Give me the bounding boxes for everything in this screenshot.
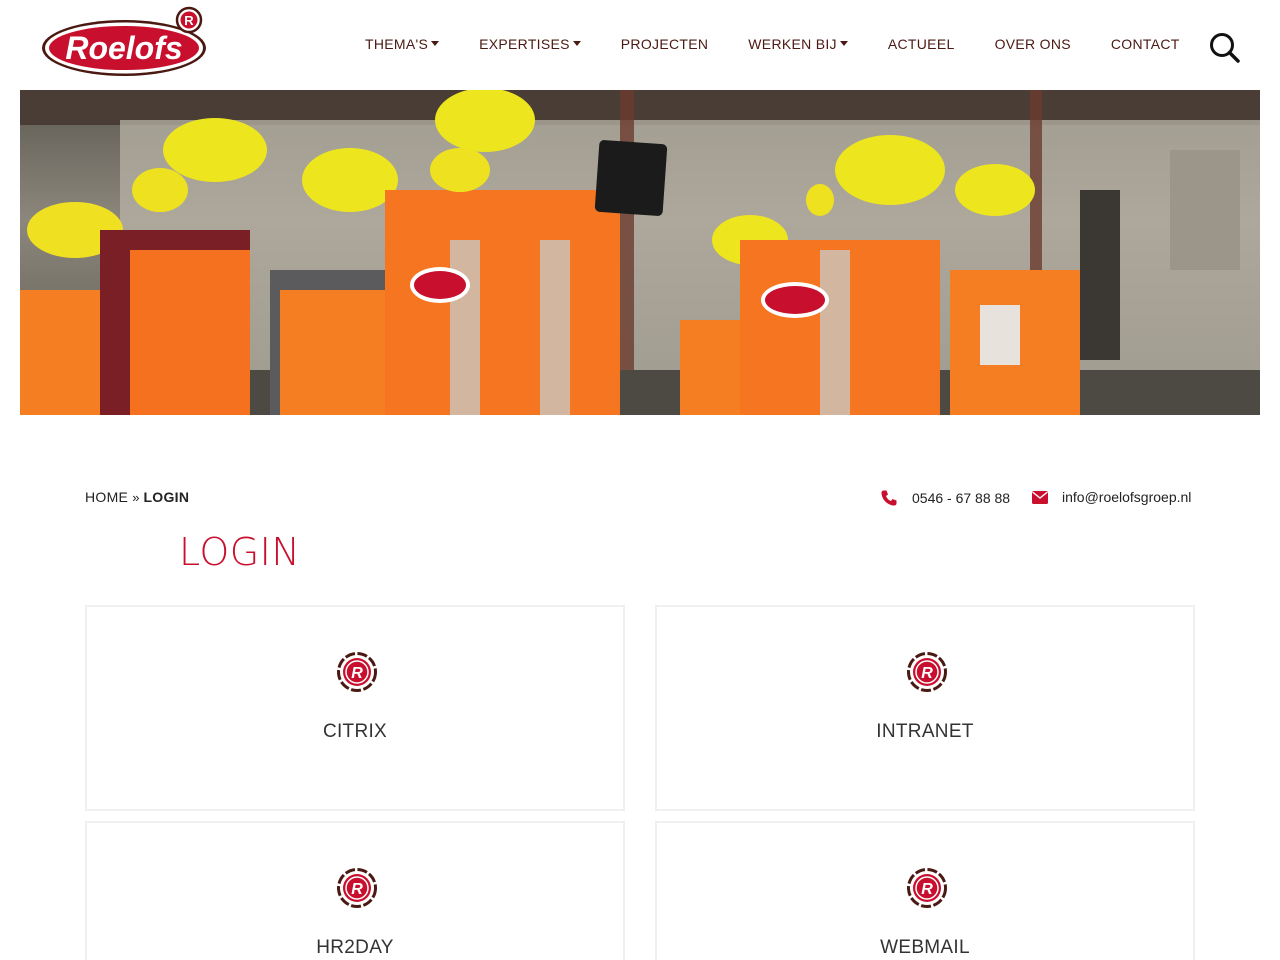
- card-label: CITRIX: [322, 721, 388, 742]
- phone-icon: [881, 490, 897, 506]
- roelofs-logo[interactable]: Roelofs R: [40, 6, 210, 76]
- roelofs-r-icon: R: [337, 652, 377, 692]
- breadcrumb-current: LOGIN: [143, 489, 190, 505]
- main-navigation: THEMA'S EXPERTISES PROJECTEN WERKEN BIJ …: [365, 36, 1220, 52]
- nav-item-contact[interactable]: CONTACT: [1111, 36, 1180, 52]
- email-address: info@roelofsgroep.nl: [1062, 489, 1192, 505]
- nav-label: OVER ONS: [994, 36, 1071, 52]
- nav-label: CONTACT: [1110, 36, 1180, 52]
- contact-email[interactable]: info@roelofsgroep.nl: [1032, 489, 1191, 505]
- svg-text:R: R: [184, 13, 194, 28]
- login-card-citrix[interactable]: R CITRIX: [85, 605, 625, 811]
- nav-label: THEMA'S: [365, 36, 429, 52]
- nav-item-projecten[interactable]: PROJECTEN: [621, 36, 709, 52]
- roelofs-r-icon: R: [907, 652, 947, 692]
- login-card-hr2day[interactable]: R HR2DAY: [85, 821, 625, 960]
- chevron-down-icon: [839, 40, 848, 46]
- nav-label: EXPERTISES: [479, 36, 570, 52]
- svg-text:R: R: [351, 881, 363, 898]
- contact-phone[interactable]: 0546 - 67 88 88: [880, 489, 1010, 507]
- card-label: HR2DAY: [316, 937, 394, 958]
- roelofs-r-icon: R: [337, 868, 377, 908]
- roelofs-r-icon: R: [907, 868, 947, 908]
- nav-label: WERKEN BIJ: [748, 36, 837, 52]
- hero-image: [20, 90, 1260, 415]
- logo-text: Roelofs: [65, 30, 182, 66]
- nav-item-over-ons[interactable]: OVER ONS: [995, 36, 1071, 52]
- nav-item-expertises[interactable]: EXPERTISES: [479, 36, 581, 52]
- site-header: Roelofs R THEMA'S EXPERTISES PROJECTEN W…: [0, 0, 1280, 90]
- card-label: WEBMAIL: [880, 937, 970, 958]
- envelope-icon: [1032, 490, 1048, 504]
- login-card-intranet[interactable]: R INTRANET: [655, 605, 1195, 811]
- svg-text:R: R: [351, 665, 363, 682]
- nav-item-actueel[interactable]: ACTUEEL: [888, 36, 955, 52]
- breadcrumb-separator: »: [132, 489, 140, 505]
- breadcrumb-home[interactable]: HOME: [85, 489, 128, 505]
- login-card-webmail[interactable]: R WEBMAIL: [655, 821, 1195, 960]
- chevron-down-icon: [572, 40, 581, 46]
- page-title: LOGIN: [179, 530, 301, 574]
- search-icon[interactable]: [1208, 31, 1242, 65]
- nav-label: PROJECTEN: [620, 36, 709, 52]
- svg-text:R: R: [921, 881, 933, 898]
- nav-item-themas[interactable]: THEMA'S: [365, 36, 440, 52]
- chevron-down-icon: [431, 40, 440, 46]
- card-label: INTRANET: [876, 721, 974, 742]
- nav-label: ACTUEEL: [887, 36, 955, 52]
- nav-item-werken-bij[interactable]: WERKEN BIJ: [748, 36, 848, 52]
- breadcrumb: HOME » LOGIN: [85, 489, 189, 505]
- svg-text:R: R: [921, 665, 933, 682]
- phone-number: 0546 - 67 88 88: [912, 490, 1011, 506]
